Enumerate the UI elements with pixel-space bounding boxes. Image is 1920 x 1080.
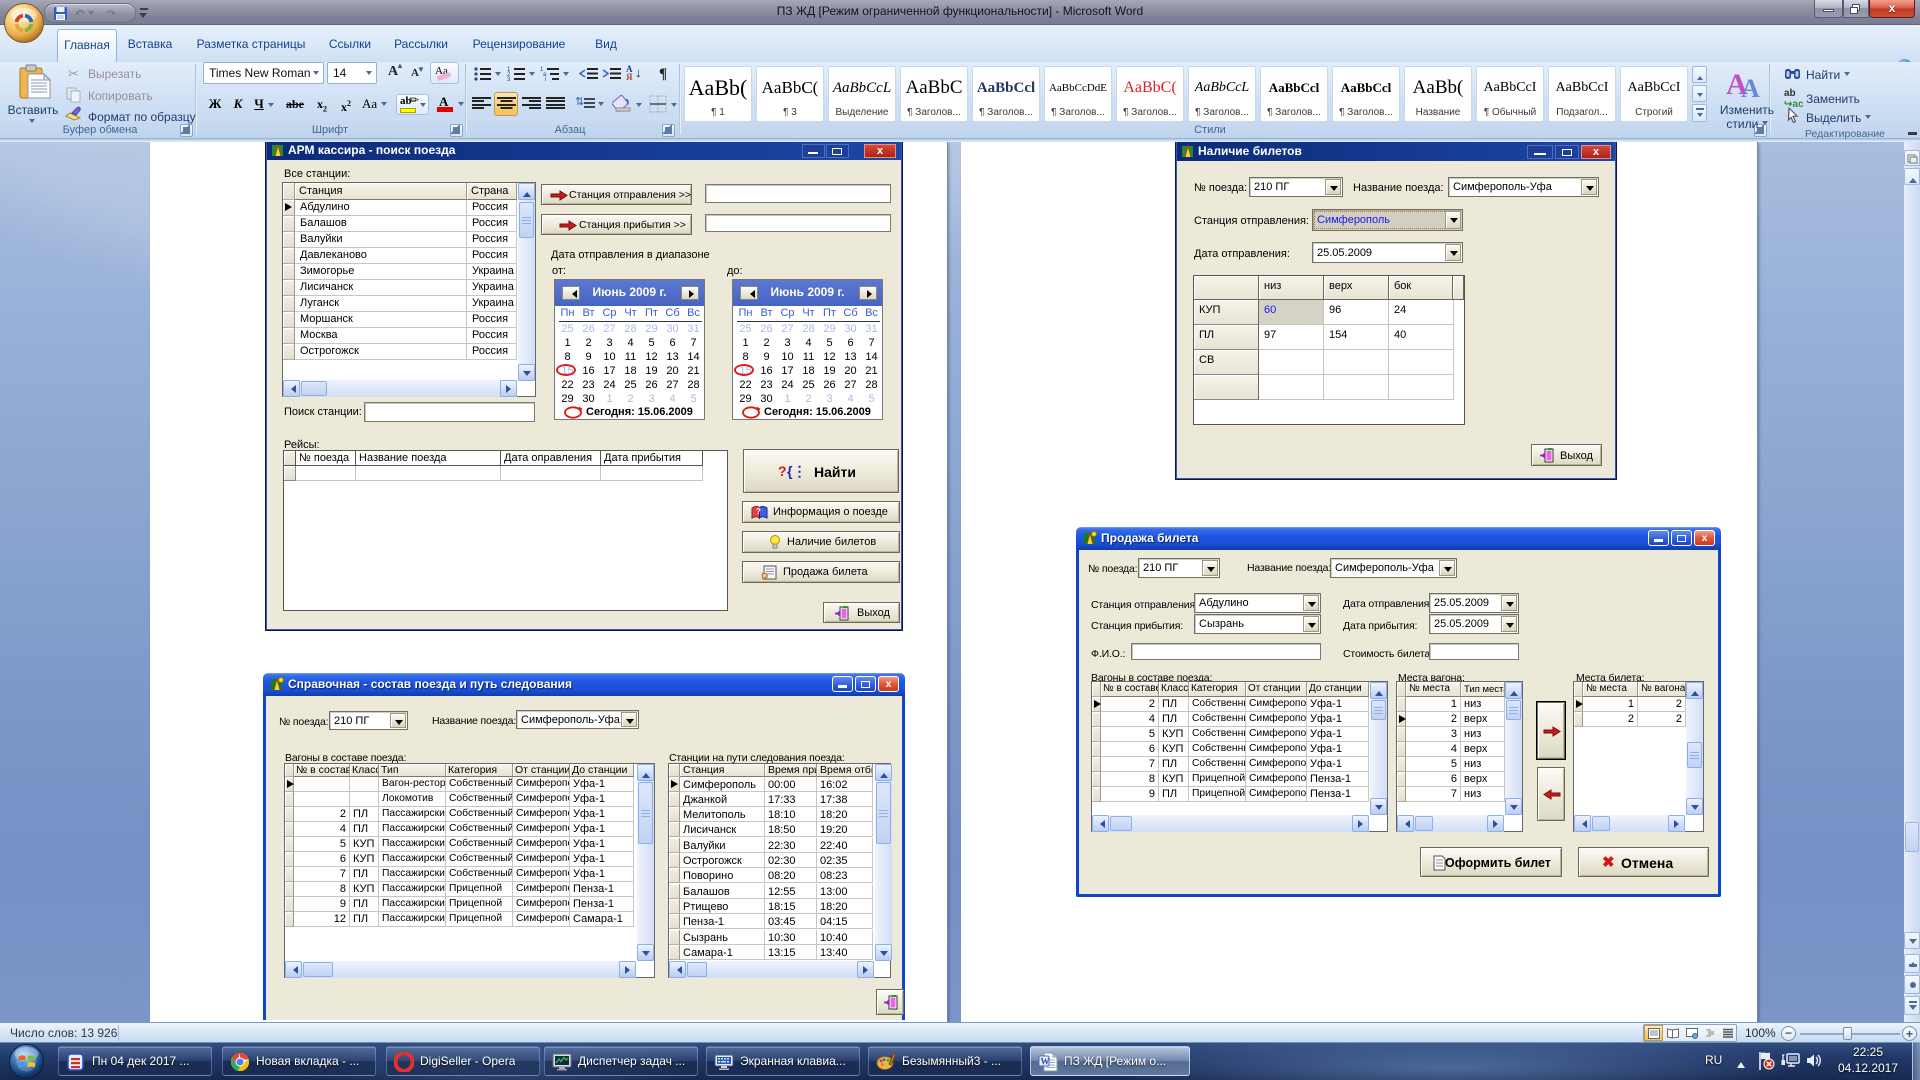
svg-text:3: 3	[507, 77, 511, 83]
svg-text:i: i	[545, 77, 546, 83]
svg-text:W: W	[1041, 1057, 1050, 1067]
svg-text:?: ?	[756, 507, 761, 516]
